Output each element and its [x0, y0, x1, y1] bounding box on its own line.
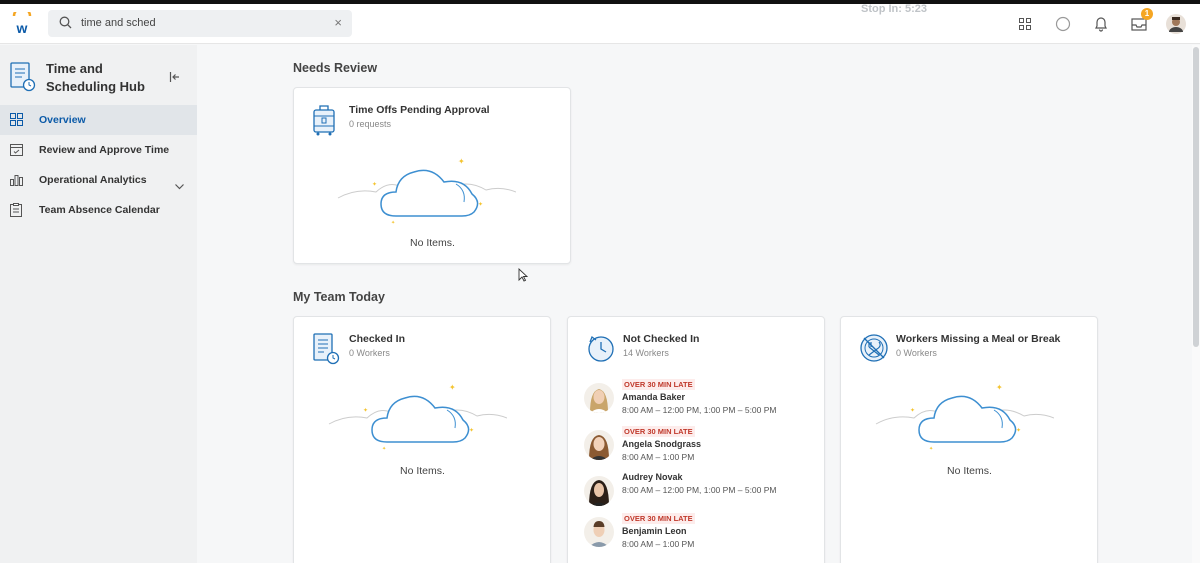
avatar — [584, 517, 614, 547]
workers-missing-meal-card[interactable]: Workers Missing a Meal or Break 0 Worker… — [840, 316, 1098, 563]
svg-text:✦: ✦ — [382, 446, 386, 452]
svg-text:✦: ✦ — [1016, 427, 1021, 434]
worker-list-item[interactable]: OVER 30 MIN LATE Amanda Baker 8:00 AM – … — [584, 379, 824, 423]
inbox-icon[interactable]: 1 — [1128, 8, 1153, 35]
chat-icon[interactable] — [1052, 13, 1074, 35]
svg-text:✦: ✦ — [449, 383, 456, 392]
svg-text:✦: ✦ — [996, 383, 1003, 392]
sidebar-item-label: Operational Analytics — [39, 174, 147, 186]
luggage-icon — [312, 104, 336, 141]
sidebar-item-overview[interactable]: Overview — [0, 105, 197, 135]
document-clock-icon — [312, 333, 340, 370]
workday-logo-icon[interactable]: w — [10, 6, 34, 36]
page-scrollbar[interactable] — [1192, 45, 1200, 563]
mouse-cursor-icon — [518, 267, 529, 287]
time-offs-pending-card[interactable]: Time Offs Pending Approval 0 requests ✦ ✦… — [293, 87, 571, 264]
calendar-check-icon — [10, 143, 23, 157]
late-badge: OVER 30 MIN LATE — [622, 379, 695, 390]
worker-name[interactable]: Audrey Novak — [622, 472, 683, 482]
avatar — [584, 430, 614, 460]
empty-cloud-icon: ✦ ✦ ✦ ✦ — [874, 374, 1055, 459]
my-team-today-heading: My Team Today — [293, 290, 385, 304]
svg-text:✦: ✦ — [469, 427, 474, 434]
avatar — [584, 383, 614, 413]
svg-text:✦: ✦ — [391, 220, 395, 226]
svg-text:✦: ✦ — [363, 407, 368, 414]
collapse-sidebar-icon[interactable] — [169, 70, 181, 88]
svg-text:w: w — [16, 20, 28, 36]
card-subtitle: 0 Workers — [896, 348, 937, 358]
profile-avatar[interactable] — [1165, 13, 1187, 35]
not-checked-in-card[interactable]: Not Checked In 14 Workers OVER 30 MIN LA… — [567, 316, 825, 563]
empty-state-text: No Items. — [947, 465, 992, 477]
chevron-down-icon[interactable] — [175, 177, 184, 195]
card-subtitle: 14 Workers — [623, 348, 669, 358]
sidebar-item-label: Overview — [39, 114, 86, 126]
late-badge: OVER 30 MIN LATE — [622, 513, 695, 524]
no-meal-icon — [859, 333, 889, 368]
worker-name[interactable]: Angela Snodgrass — [622, 439, 701, 449]
card-title: Not Checked In — [623, 333, 700, 345]
sidebar-item-label: Team Absence Calendar — [39, 204, 160, 216]
worker-list-item[interactable]: Audrey Novak 8:00 AM – 12:00 PM, 1:00 PM… — [584, 472, 824, 516]
card-title: Checked In — [349, 333, 406, 345]
hub-title: Time and Scheduling Hub — [46, 61, 145, 94]
empty-cloud-icon: ✦ ✦ ✦ ✦ — [327, 374, 508, 459]
empty-state-text: No Items. — [410, 237, 455, 249]
sidebar: Time and Scheduling Hub Overview Review … — [0, 45, 197, 563]
svg-text:✦: ✦ — [458, 157, 465, 166]
late-badge: OVER 30 MIN LATE — [622, 426, 695, 437]
worker-name[interactable]: Amanda Baker — [622, 392, 685, 402]
sidebar-item-label: Review and Approve Time — [39, 144, 170, 156]
svg-text:✦: ✦ — [910, 407, 915, 414]
hub-document-clock-icon — [10, 62, 36, 97]
svg-text:✦: ✦ — [372, 181, 377, 188]
empty-cloud-icon: ✦ ✦ ✦ ✦ — [336, 148, 517, 233]
needs-review-heading: Needs Review — [293, 61, 378, 75]
avatar — [584, 476, 614, 506]
bar-chart-icon — [10, 173, 23, 187]
card-subtitle: 0 requests — [349, 119, 392, 129]
sidebar-item-team-absence-calendar[interactable]: Team Absence Calendar — [0, 195, 197, 225]
worker-shift-time: 8:00 AM – 12:00 PM, 1:00 PM – 5:00 PM — [622, 485, 777, 495]
search-icon — [59, 16, 72, 34]
worker-shift-time: 8:00 AM – 12:00 PM, 1:00 PM – 5:00 PM — [622, 405, 777, 415]
clipboard-icon — [10, 203, 23, 217]
apps-grid-icon[interactable] — [1014, 13, 1036, 35]
svg-text:✦: ✦ — [929, 446, 933, 452]
clock-rewind-icon — [586, 333, 616, 368]
svg-text:✦: ✦ — [478, 201, 483, 208]
scrollbar-thumb[interactable] — [1193, 47, 1199, 347]
dashboard-icon — [10, 113, 23, 127]
card-title: Workers Missing a Meal or Break — [896, 333, 1061, 345]
timer-text: Stop In: 5:23 — [861, 3, 928, 15]
top-bar: w time and sched × Stop In: 5:23 1 — [0, 3, 1200, 44]
card-subtitle: 0 Workers — [349, 348, 390, 358]
search-input[interactable]: time and sched — [81, 17, 156, 29]
worker-list-item[interactable]: OVER 30 MIN LATE Angela Snodgrass 8:00 A… — [584, 426, 824, 470]
worker-name[interactable]: Benjamin Leon — [622, 526, 687, 536]
search-bar[interactable]: time and sched × — [48, 10, 352, 37]
empty-state-text: No Items. — [400, 465, 445, 477]
worker-shift-time: 8:00 AM – 1:00 PM — [622, 452, 695, 462]
clear-search-icon[interactable]: × — [334, 15, 342, 30]
worker-shift-time: 8:00 AM – 1:00 PM — [622, 539, 695, 549]
card-title: Time Offs Pending Approval — [349, 104, 490, 116]
worker-list-item[interactable]: OVER 30 MIN LATE Benjamin Leon 8:00 AM –… — [584, 513, 824, 557]
bell-icon[interactable] — [1090, 13, 1112, 35]
sidebar-item-review-approve-time[interactable]: Review and Approve Time — [0, 135, 197, 165]
inbox-badge: 1 — [1141, 8, 1153, 20]
sidebar-item-operational-analytics[interactable]: Operational Analytics — [0, 165, 197, 195]
checked-in-card[interactable]: Checked In 0 Workers ✦ ✦ ✦ ✦ No Items. — [293, 316, 551, 563]
